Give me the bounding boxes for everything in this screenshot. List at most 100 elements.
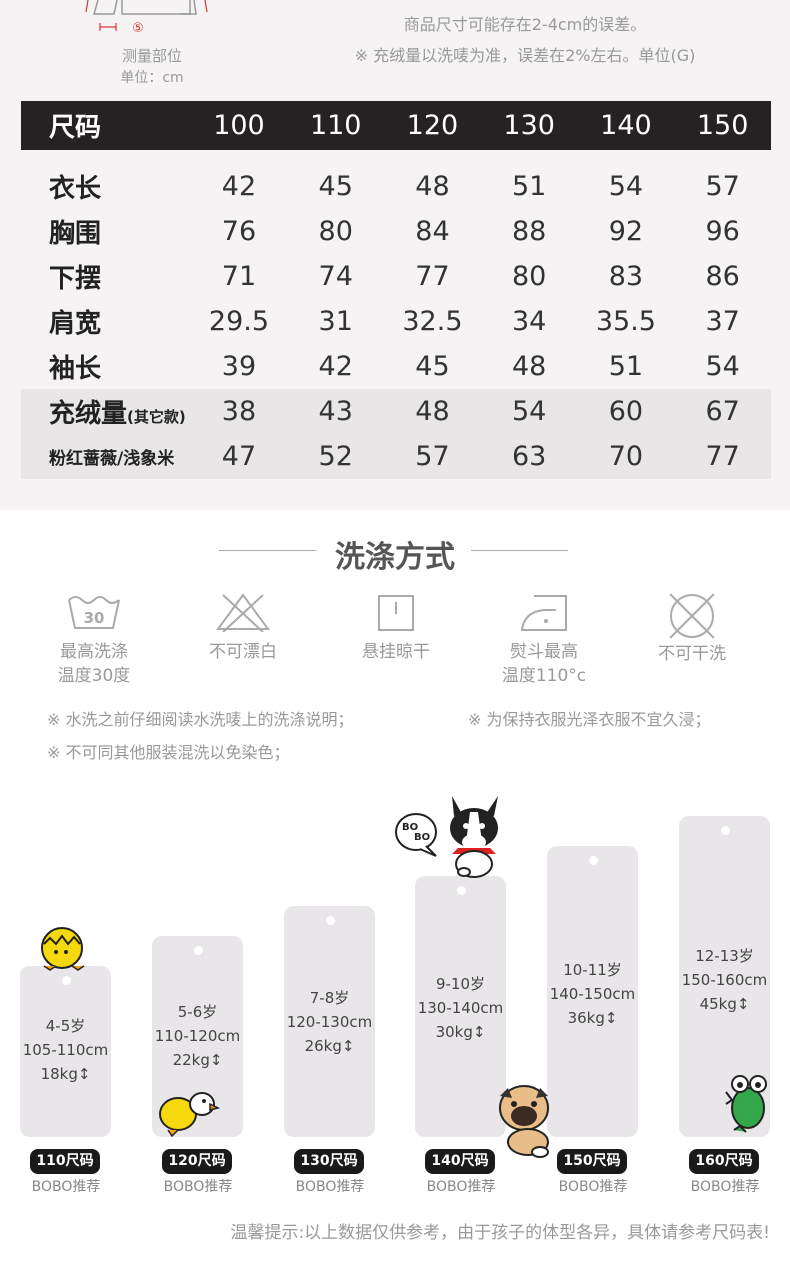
caption-line: 最高洗涤 (60, 642, 128, 662)
table-cell: 54 (512, 396, 547, 427)
wash-item-hang: 悬挂晾干 (336, 592, 456, 664)
wash-item-30: 30 最高洗涤温度30度 (34, 592, 154, 688)
table-cell: 45 (318, 171, 353, 202)
recommend-label: BOBO推荐 (295, 1179, 365, 1195)
row-label: 袖长 (49, 354, 102, 384)
table-row: 粉红蔷薇/浅象米 47 52 57 63 70 77 (21, 434, 771, 479)
caption-line: 温度110°c (501, 666, 587, 686)
size-badge[interactable]: 160尺码 (689, 1149, 759, 1174)
size-chart-section: ⑤ 测量部位 单位：cm 商品尺寸可能存在2-4cm的误差。 ※ 充绒量以洗唛为… (0, 0, 790, 510)
tag-age: 7-8岁 (309, 989, 350, 1007)
row-label-suffix: (其它款) (127, 408, 186, 426)
table-row: 充绒量(其它款) 38 43 48 54 60 67 (21, 389, 771, 434)
bubble-text: BO (414, 832, 430, 843)
wash-item-iron: 熨斗最高温度110°c (484, 592, 604, 688)
header-size: 100 (213, 110, 265, 141)
table-cell: 39 (221, 351, 257, 382)
table-row: 衣长 42 45 48 51 54 57 (21, 164, 771, 209)
caption-line: 悬挂晾干 (362, 642, 430, 662)
header-size: 150 (696, 110, 749, 141)
table-cell: 35.5 (595, 306, 656, 337)
diagram-marker: ⑤ (132, 21, 144, 36)
unit-label: 单位：cm (120, 70, 184, 86)
header-size: 110 (309, 110, 362, 141)
tag-hole (325, 916, 335, 925)
tag-hole (720, 826, 730, 835)
title-rule-right (471, 550, 568, 551)
tag-weight: 26kg↕ (304, 1037, 355, 1055)
wash-note: ※ 不可同其他服装混洗以免染色； (47, 743, 290, 762)
table-cell: 51 (512, 171, 547, 202)
table-cell: 57 (415, 441, 450, 472)
table-cell: 60 (608, 396, 644, 427)
table-cell: 77 (705, 441, 740, 472)
recommend-label: BOBO推荐 (163, 1179, 233, 1195)
size-badge[interactable]: 120尺码 (162, 1149, 232, 1174)
size-tag-130: 7-8岁 120-130cm 26kg↕ (284, 906, 375, 1137)
table-cell: 67 (705, 396, 740, 427)
no-bleach-icon (216, 593, 270, 632)
caption-line: 温度30度 (57, 666, 131, 686)
caption-line: 不可漂白 (209, 642, 277, 662)
table-cell: 34 (512, 306, 547, 337)
chick-duck-icon (159, 1092, 220, 1138)
size-badge[interactable]: 130尺码 (294, 1149, 364, 1174)
chick-egg-icon (41, 927, 85, 971)
wash-caption: 最高洗涤温度30度 (34, 640, 154, 688)
table-cell: 88 (512, 216, 547, 247)
recommend-label: BOBO推荐 (558, 1179, 628, 1195)
size-badge[interactable]: 110尺码 (30, 1149, 100, 1174)
caption-line: 熨斗最高 (510, 642, 578, 662)
row-label: 胸围 (49, 219, 102, 249)
table-cell: 37 (705, 306, 740, 337)
size-tag-150: 10-11岁 140-150cm 36kg↕ (547, 846, 638, 1137)
tag-hole (193, 946, 203, 955)
row-label-main: 充绒量 (49, 399, 128, 429)
table-cell: 42 (221, 171, 257, 202)
recommend-label: BOBO推荐 (426, 1179, 496, 1195)
pug-mascot-icon (499, 1085, 549, 1158)
table-cell: 70 (608, 441, 644, 472)
table-cell: 47 (221, 441, 257, 472)
wash-temp-number: 30 (84, 609, 105, 627)
row-label: 粉红蔷薇/浅象米 (49, 449, 175, 469)
tag-hole (456, 886, 466, 895)
note-error: 商品尺寸可能存在2-4cm的误差。 (403, 15, 647, 34)
wash-item-dryclean: 不可干洗 (632, 592, 752, 666)
size-tag-140: 9-10岁 130-140cm 30kg↕ (415, 876, 506, 1137)
table-header: 尺码 100 110 120 130 140 150 (21, 101, 771, 150)
table-cell: 52 (318, 441, 353, 472)
caption-line: 不可干洗 (658, 644, 726, 664)
footer-tip: 温馨提示:以上数据仅供参考，由于孩子的体型各异，具体请参考尺码表! (230, 1223, 770, 1243)
tag-height: 150-160cm (681, 971, 768, 989)
hang-dry-icon (378, 595, 414, 631)
tag-info: 9-10岁 130-140cm 30kg↕ (415, 972, 506, 1044)
row-label: 下摆 (49, 264, 102, 294)
tag-info: 4-5岁 105-110cm 18kg↕ (20, 1014, 111, 1086)
size-badge[interactable]: 140尺码 (425, 1149, 495, 1174)
tag-height: 110-120cm (154, 1027, 241, 1045)
size-badge[interactable]: 150尺码 (557, 1149, 627, 1174)
tag-weight: 45kg↕ (699, 995, 750, 1013)
tag-age: 5-6岁 (177, 1003, 218, 1021)
table-row: 袖长 39 42 45 48 51 54 (21, 344, 771, 389)
tag-weight: 30kg↕ (435, 1023, 486, 1041)
frog-mascot-icon (725, 1075, 767, 1133)
table-cell: 57 (705, 171, 740, 202)
wash-note: ※ 水洗之前仔细阅读水洗唛上的洗涤说明； (47, 710, 354, 729)
tag-height: 120-130cm (286, 1013, 373, 1031)
tag-weight: 22kg↕ (172, 1051, 223, 1069)
table-cell: 54 (705, 351, 740, 382)
table-cell: 45 (415, 351, 450, 382)
no-dry-clean-icon (669, 593, 715, 639)
table-cell: 92 (608, 216, 644, 247)
table-cell: 74 (318, 261, 353, 292)
header-label: 尺码 (49, 113, 102, 143)
table-cell: 54 (608, 171, 644, 202)
wash-caption: 不可干洗 (632, 642, 752, 666)
tag-hole (588, 856, 598, 865)
tag-weight: 18kg↕ (40, 1065, 91, 1083)
wash-caption: 悬挂晾干 (336, 640, 456, 664)
recommend-label: BOBO推荐 (31, 1179, 101, 1195)
garment-diagram-icon: ⑤ (85, 0, 208, 36)
